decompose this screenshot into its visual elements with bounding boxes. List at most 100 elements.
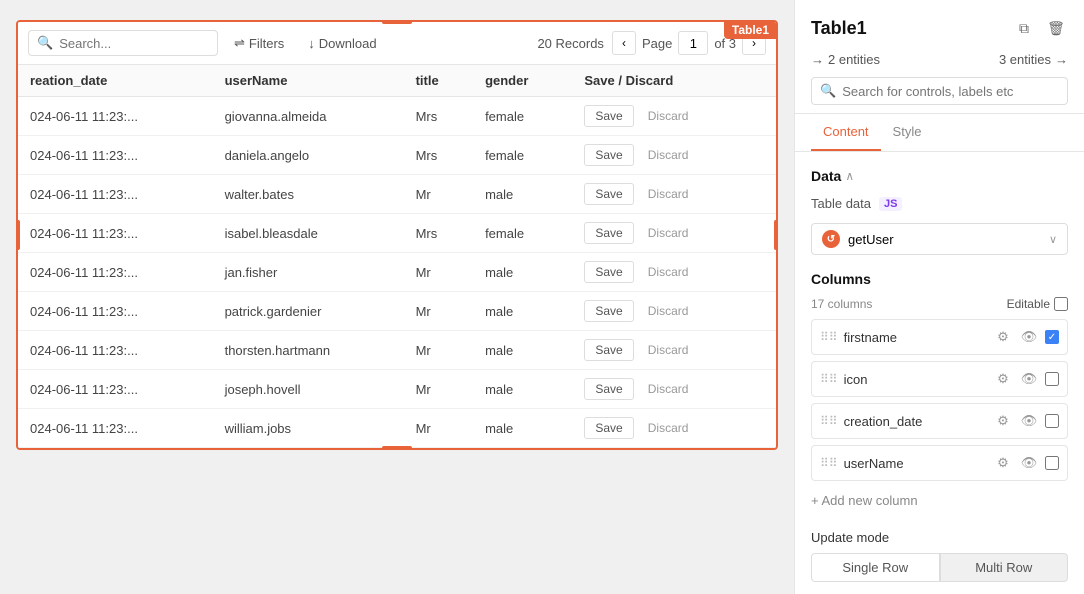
table-toolbar: 🔍 ⇌ Filters ↓ Download 20 Records ‹ Page… (18, 22, 776, 65)
drag-handle-top[interactable] (382, 20, 412, 24)
drag-handle-right[interactable] (774, 220, 778, 250)
cell-title: Mrs (404, 97, 473, 136)
cell-title: Mrs (404, 214, 473, 253)
tab-content[interactable]: Content (811, 114, 881, 151)
cell-gender: male (473, 370, 572, 409)
filters-button[interactable]: ⇌ Filters (226, 31, 292, 55)
col-settings-creation-date[interactable]: ⚙ (993, 411, 1013, 431)
discard-button-row-8[interactable]: Discard (638, 418, 699, 438)
cell-title: Mr (404, 409, 473, 448)
save-button-row-3[interactable]: Save (584, 222, 633, 244)
right-content: Data ∧ Table data JS ↺ getUser ∨ Columns… (795, 152, 1084, 594)
drag-handle-bottom[interactable] (382, 446, 412, 450)
column-row-username: ⠿⠿ userName ⚙ 👁 (811, 445, 1068, 481)
save-button-row-5[interactable]: Save (584, 300, 633, 322)
col-eye-icon[interactable]: 👁 (1019, 369, 1039, 389)
save-button-row-8[interactable]: Save (584, 417, 633, 439)
save-button-row-0[interactable]: Save (584, 105, 633, 127)
table-row: 024-06-11 11:23:... joseph.hovell Mr mal… (18, 370, 776, 409)
save-button-row-7[interactable]: Save (584, 378, 633, 400)
single-row-button[interactable]: Single Row (811, 553, 940, 582)
col-settings-icon[interactable]: ⚙ (993, 369, 1013, 389)
col-eye-creation-date[interactable]: 👁 (1019, 411, 1039, 431)
col-header-title: title (404, 65, 473, 97)
update-mode-section: Update mode Single Row Multi Row (811, 530, 1068, 582)
table-row: 024-06-11 11:23:... thorsten.hartmann Mr… (18, 331, 776, 370)
col-drag-username[interactable]: ⠿⠿ (820, 456, 838, 470)
col-settings-firstname[interactable]: ⚙ (993, 327, 1013, 347)
columns-count: 17 columns (811, 297, 872, 311)
col-drag-creation-date[interactable]: ⠿⠿ (820, 414, 838, 428)
col-eye-username[interactable]: 👁 (1019, 453, 1039, 473)
cell-save-discard: Save Discard (572, 409, 776, 448)
cell-creation-date: 024-06-11 11:23:... (18, 409, 213, 448)
page-input[interactable] (678, 31, 708, 55)
drag-handle-left[interactable] (16, 220, 20, 250)
add-column-button[interactable]: + Add new column (811, 487, 918, 514)
save-button-row-1[interactable]: Save (584, 144, 633, 166)
search-box[interactable]: 🔍 (28, 30, 218, 56)
cell-username: daniela.angelo (213, 136, 404, 175)
col-drag-firstname[interactable]: ⠿⠿ (820, 330, 838, 344)
col-checkbox-creation-date[interactable] (1045, 414, 1059, 428)
copy-icon-button[interactable]: ⧉ (1012, 16, 1036, 40)
data-source-icon: ↺ (822, 230, 840, 248)
discard-button-row-1[interactable]: Discard (638, 145, 699, 165)
cell-username: giovanna.almeida (213, 97, 404, 136)
cell-save-discard: Save Discard (572, 370, 776, 409)
entities-left-link[interactable]: → 2 entities (811, 52, 880, 67)
editable-checkbox[interactable] (1054, 297, 1068, 311)
data-table: reation_date userName title gender Save … (18, 65, 776, 448)
panel-title: Table1 (811, 18, 867, 39)
right-search[interactable]: 🔍 (811, 77, 1068, 105)
discard-button-row-5[interactable]: Discard (638, 301, 699, 321)
column-row-firstname: ⠿⠿ firstname ⚙ 👁 ✓ (811, 319, 1068, 355)
multi-row-button[interactable]: Multi Row (940, 553, 1069, 582)
discard-button-row-0[interactable]: Discard (638, 106, 699, 126)
trash-icon-button[interactable]: 🗑 (1044, 16, 1068, 40)
cell-gender: female (473, 136, 572, 175)
col-checkbox-username[interactable] (1045, 456, 1059, 470)
col-eye-firstname[interactable]: 👁 (1019, 327, 1039, 347)
cell-save-discard: Save Discard (572, 331, 776, 370)
discard-button-row-3[interactable]: Discard (638, 223, 699, 243)
col-checkbox-icon[interactable] (1045, 372, 1059, 386)
search-input[interactable] (59, 36, 209, 51)
prev-page-button[interactable]: ‹ (612, 31, 636, 55)
discard-button-row-2[interactable]: Discard (638, 184, 699, 204)
save-button-row-4[interactable]: Save (584, 261, 633, 283)
cell-gender: female (473, 97, 572, 136)
discard-button-row-6[interactable]: Discard (638, 340, 699, 360)
save-button-row-6[interactable]: Save (584, 339, 633, 361)
data-source-select[interactable]: ↺ getUser ∨ (811, 223, 1068, 255)
cell-title: Mr (404, 292, 473, 331)
columns-meta: 17 columns Editable (811, 297, 1068, 311)
col-settings-username[interactable]: ⚙ (993, 453, 1013, 473)
cell-save-discard: Save Discard (572, 175, 776, 214)
cell-title: Mrs (404, 136, 473, 175)
discard-button-row-4[interactable]: Discard (638, 262, 699, 282)
col-checked-firstname[interactable]: ✓ (1045, 330, 1059, 344)
col-name-firstname: firstname (844, 330, 987, 345)
table-row: 024-06-11 11:23:... giovanna.almeida Mrs… (18, 97, 776, 136)
right-search-input[interactable] (842, 84, 1059, 99)
filters-icon: ⇌ (234, 35, 245, 51)
cell-save-discard: Save Discard (572, 97, 776, 136)
cell-title: Mr (404, 370, 473, 409)
tab-style[interactable]: Style (881, 114, 934, 151)
cell-save-discard: Save Discard (572, 292, 776, 331)
col-drag-icon[interactable]: ⠿⠿ (820, 372, 838, 386)
cell-gender: male (473, 253, 572, 292)
cell-save-discard: Save Discard (572, 253, 776, 292)
discard-button-row-7[interactable]: Discard (638, 379, 699, 399)
cell-gender: female (473, 214, 572, 253)
entities-row: → 2 entities 3 entities → (811, 52, 1068, 67)
col-name-username: userName (844, 456, 987, 471)
download-button[interactable]: ↓ Download (300, 32, 384, 55)
table-row: 024-06-11 11:23:... jan.fisher Mr male S… (18, 253, 776, 292)
save-button-row-2[interactable]: Save (584, 183, 633, 205)
col-header-save-discard: Save / Discard (572, 65, 776, 97)
table-row: 024-06-11 11:23:... william.jobs Mr male… (18, 409, 776, 448)
title-icons: ⧉ 🗑 (1012, 16, 1068, 40)
entities-right-link[interactable]: 3 entities → (999, 52, 1068, 67)
